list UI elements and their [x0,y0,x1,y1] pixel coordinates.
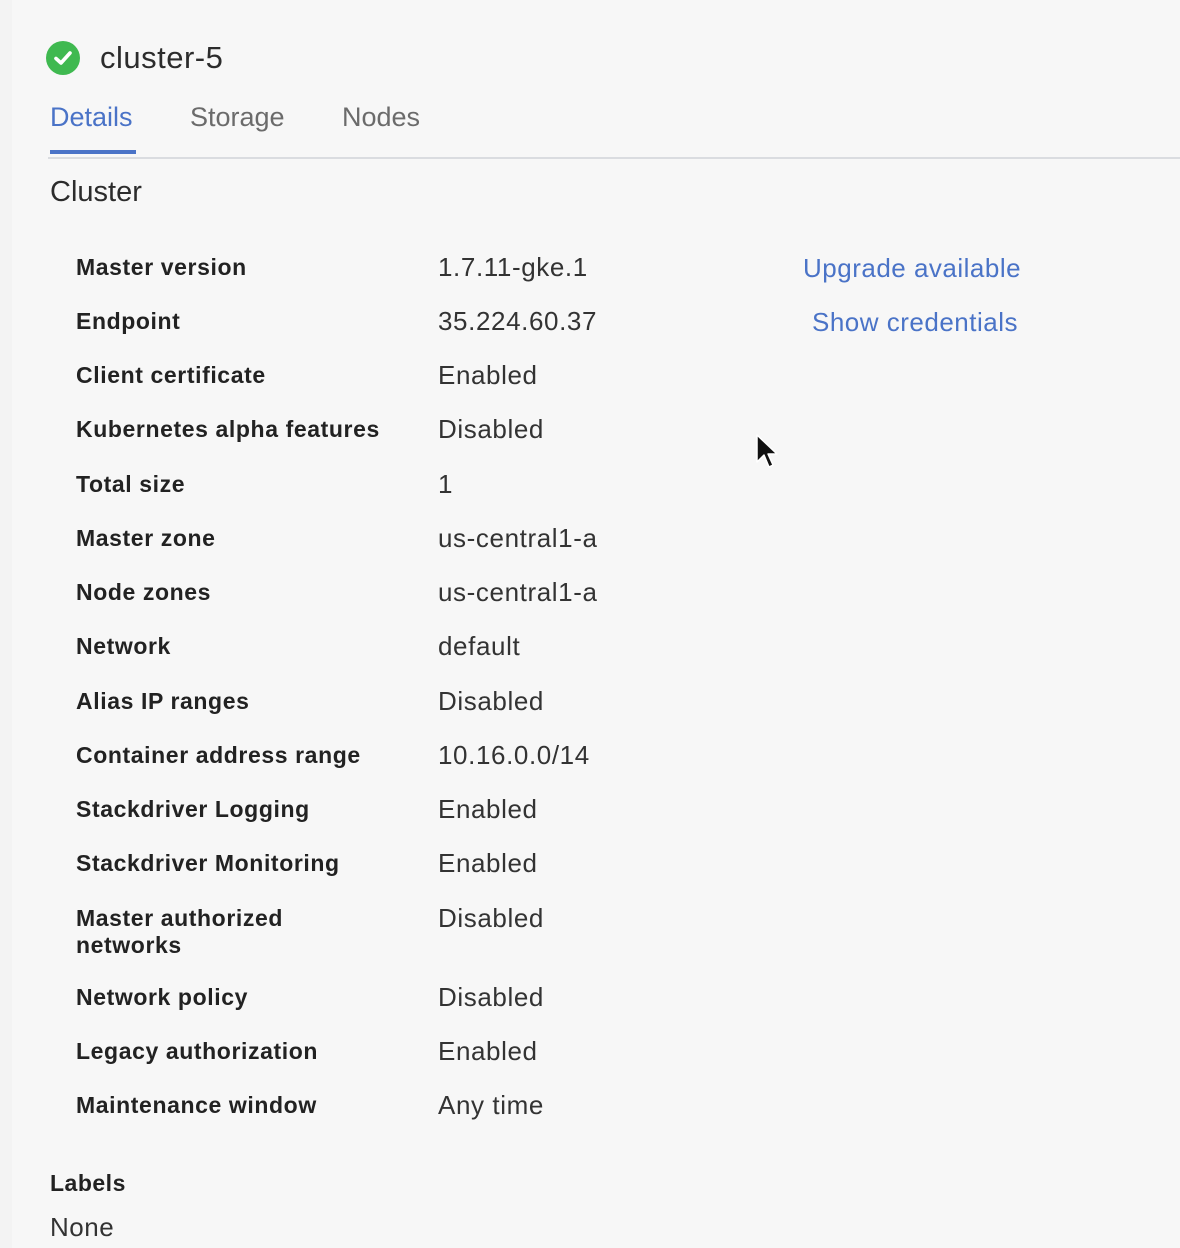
property-label: Container address range [76,742,361,768]
property-value: Any time [438,1090,544,1120]
page-header: cluster-5 [46,36,223,80]
property-label: Maintenance window [76,1092,317,1118]
mouse-pointer-icon [756,434,780,475]
property-value: 1 [438,469,454,499]
tab-storage[interactable]: Storage [190,102,285,133]
property-label: Node zones [76,579,212,605]
property-value: Enabled [438,360,538,390]
check-circle-icon [46,41,80,75]
property-value: us-central1-a [438,577,598,607]
property-value: Enabled [438,794,538,824]
property-label: Master version [76,254,247,280]
property-value: Disabled [438,686,544,716]
property-label: Client certificate [76,362,266,388]
property-value: 10.16.0.0/14 [438,740,590,770]
property-value: Disabled [438,903,544,933]
cluster-details-page: cluster-5 Details Storage Nodes Cluster … [12,0,1180,1248]
labels-heading: Labels [50,1170,126,1196]
property-value: default [438,631,521,661]
show-credentials-link[interactable]: Show credentials [812,307,1018,338]
active-tab-indicator [50,150,136,154]
property-value: 1.7.11-gke.1 [438,252,588,282]
page-title: cluster-5 [100,40,224,75]
property-label: Network [76,633,171,659]
labels-value: None [50,1212,115,1242]
property-label: Master authorized networks [76,905,284,958]
property-value: Enabled [438,848,538,878]
tab-nodes[interactable]: Nodes [342,102,420,133]
property-label: Kubernetes alpha features [76,416,380,442]
property-value: Disabled [438,982,544,1012]
property-label: Total size [76,471,186,497]
property-label: Master zone [76,525,216,551]
property-value: us-central1-a [438,523,598,553]
property-label: Legacy authorization [76,1038,319,1064]
property-value: 35.224.60.37 [438,306,598,336]
property-label: Alias IP ranges [76,688,250,714]
property-label: Stackdriver Logging [76,796,310,822]
section-title: Cluster [50,176,142,208]
property-label: Network policy [76,984,248,1010]
property-value: Disabled [438,414,544,444]
property-label: Endpoint [76,308,181,334]
upgrade-available-link[interactable]: Upgrade available [803,253,1021,284]
property-value: Enabled [438,1036,538,1066]
tab-bar: Details Storage Nodes [48,96,1180,159]
tab-details[interactable]: Details [50,102,133,133]
property-label: Stackdriver Monitoring [76,850,340,876]
